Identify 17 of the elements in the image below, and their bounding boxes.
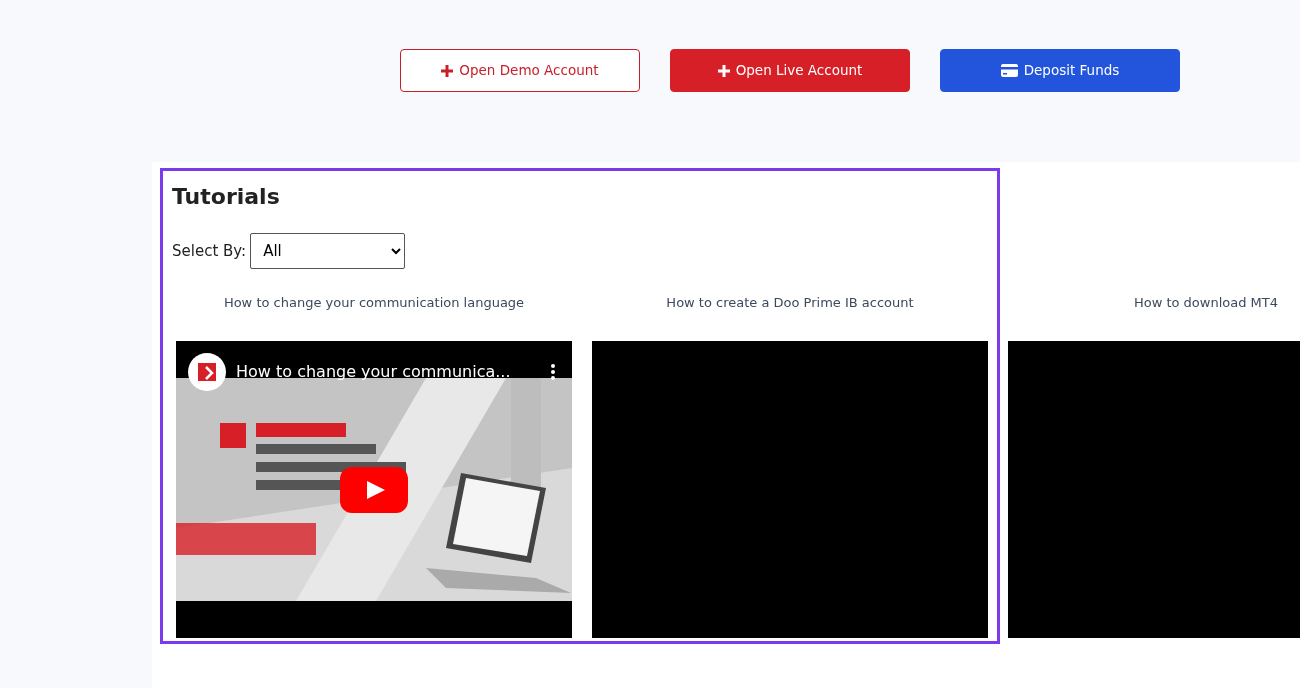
open-account-button[interactable]: Open Live Account — [670, 49, 910, 92]
play-icon[interactable] — [340, 467, 408, 513]
filter-select[interactable]: All — [250, 233, 406, 269]
video-title: How to change your communication language — [223, 295, 525, 310]
plus-icon — [441, 64, 454, 77]
video-overlay-title: How to change your communica... — [236, 361, 511, 383]
more-menu-icon[interactable] — [550, 363, 556, 381]
channel-logo-icon — [188, 353, 226, 391]
open-account-button[interactable]: Open Demo Account — [400, 49, 640, 92]
video-title: How to download MT4 — [1133, 295, 1279, 310]
plus-icon — [717, 64, 730, 77]
deposit-button[interactable]: Deposit Funds — [940, 49, 1180, 92]
video-title: How to create a Doo Prime IB account — [666, 295, 914, 310]
credit-card-icon — [1000, 64, 1018, 77]
section-title: Tutorials — [172, 183, 281, 211]
filter-label: Select By: — [172, 240, 247, 262]
video-player[interactable]: How to change your communica... — [176, 341, 572, 638]
